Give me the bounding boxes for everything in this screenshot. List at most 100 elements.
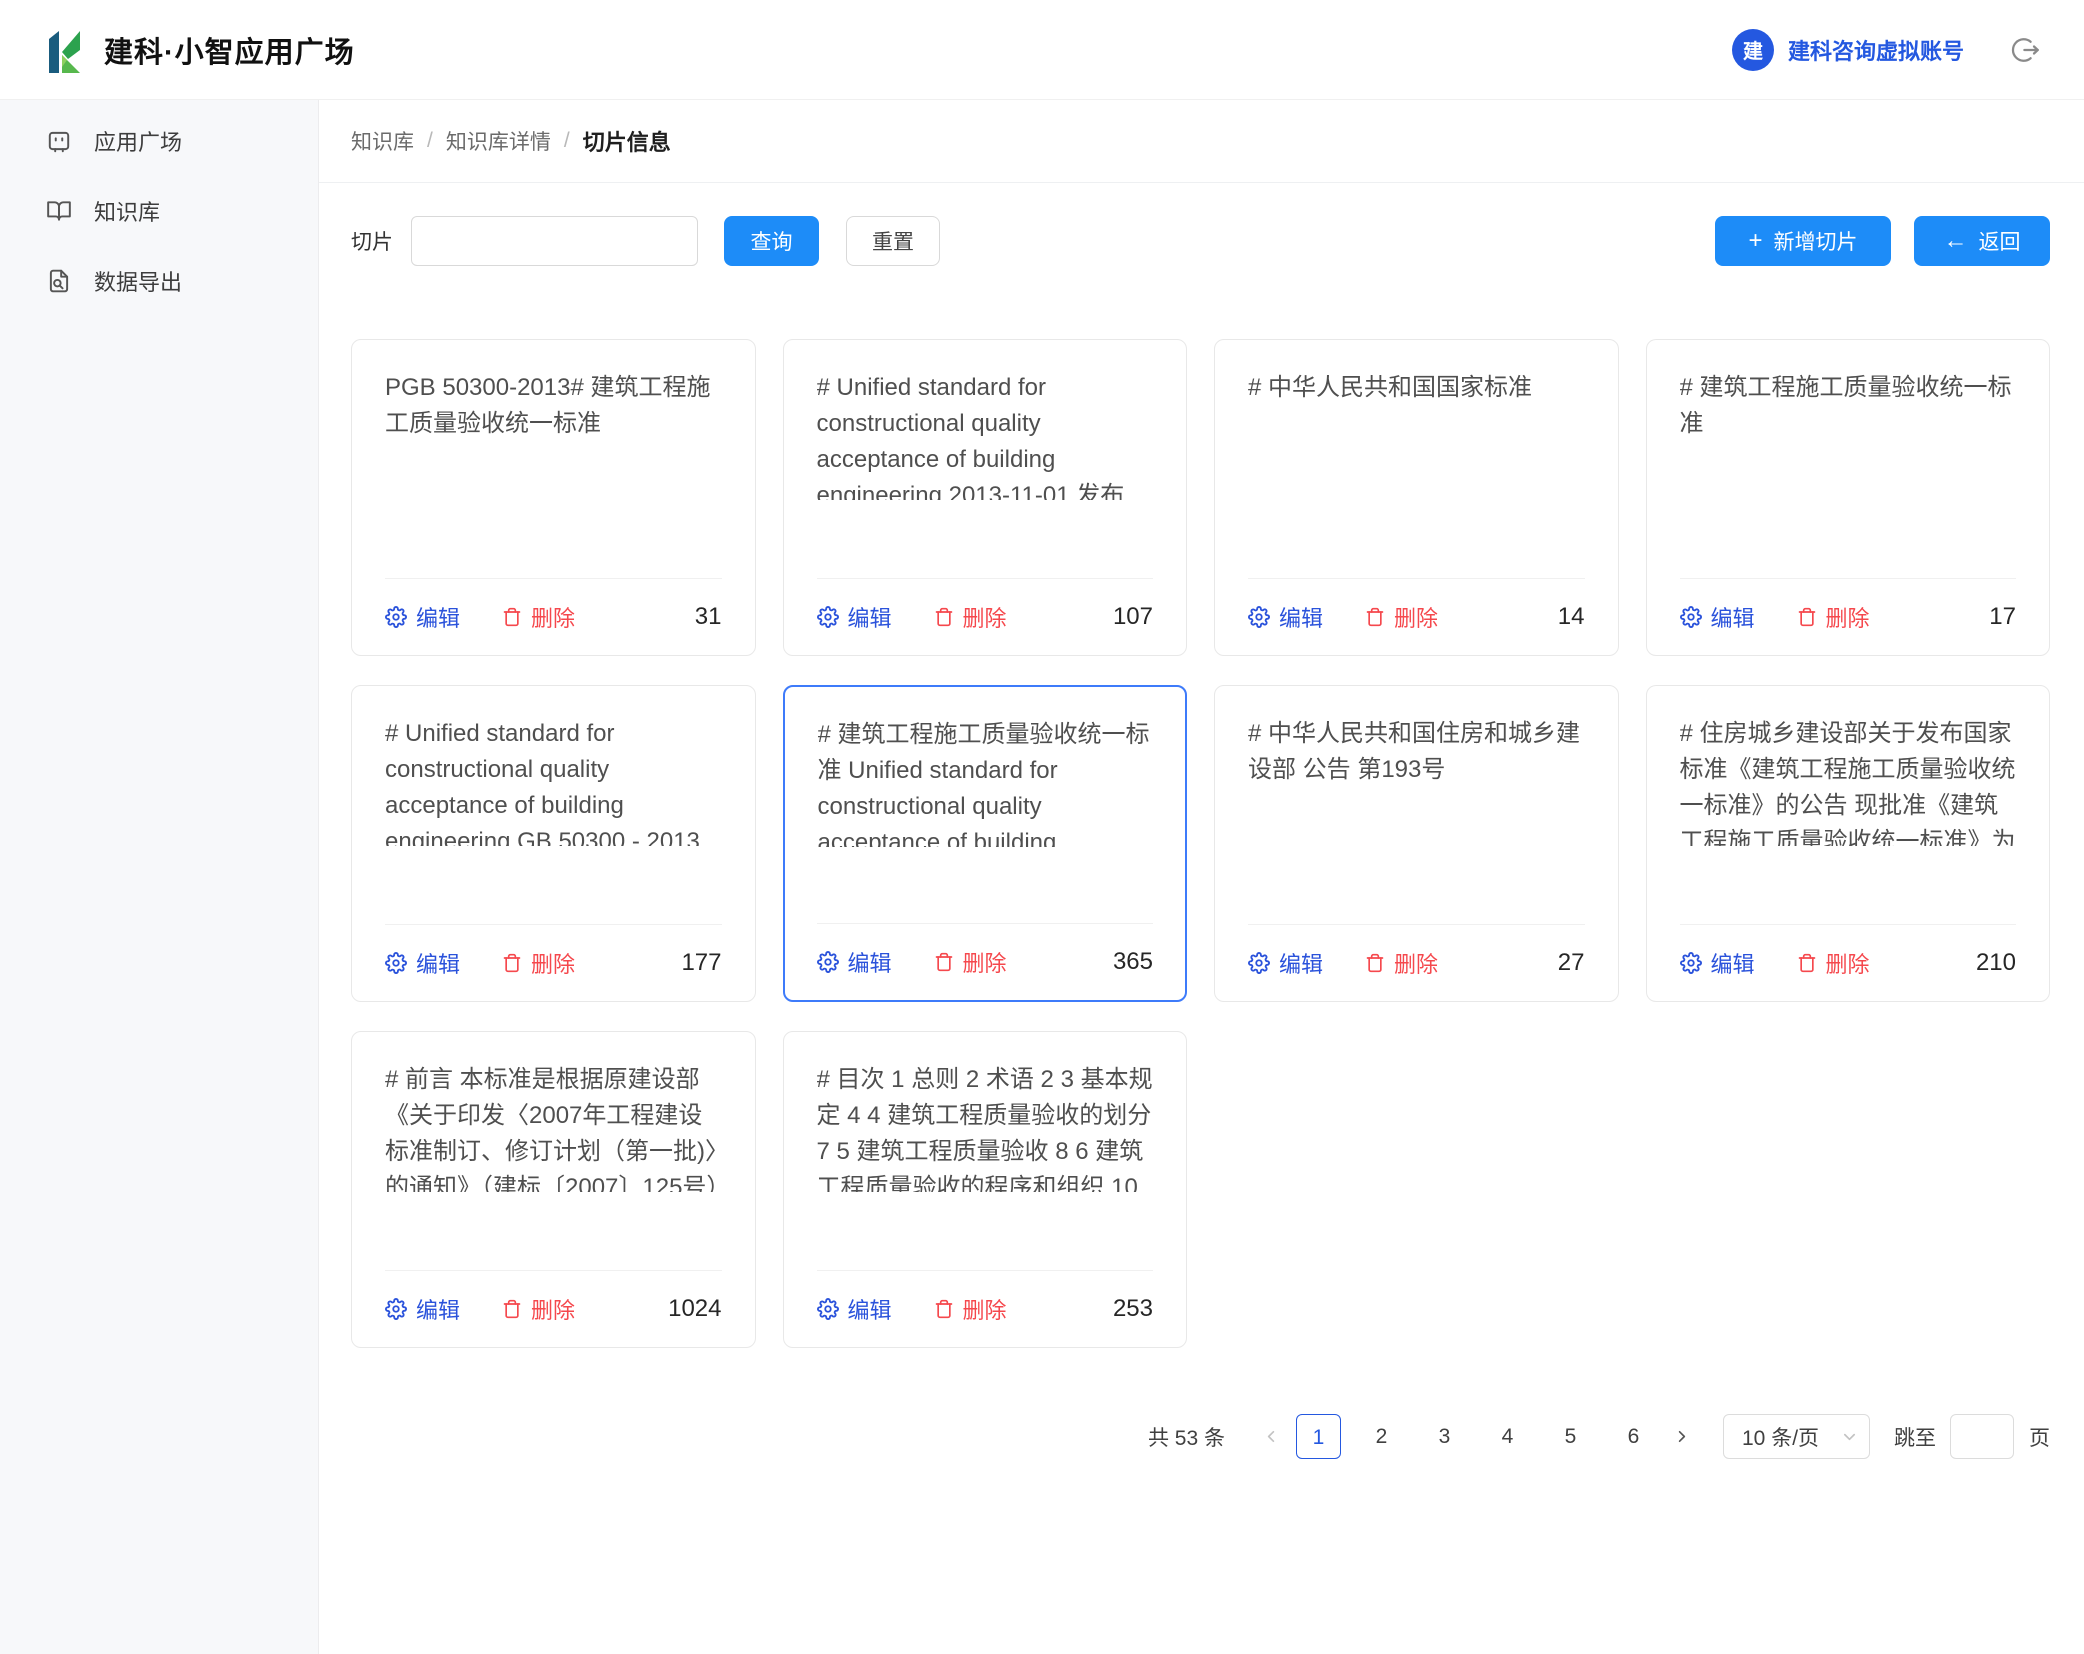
plus-icon: + [1748,229,1762,253]
breadcrumb-kb-detail[interactable]: 知识库详情 [446,126,551,156]
trash-icon [934,952,954,972]
edit-button[interactable]: 编辑 [385,1293,460,1325]
slice-card[interactable]: # 目次 1 总则 2 术语 2 3 基本规定 4 4 建筑工程质量验收的划分 … [783,1031,1188,1348]
slice-count: 365 [1113,948,1153,976]
page-button-1[interactable]: 1 [1296,1414,1341,1459]
pagination-total: 共 53 条 [1148,1422,1225,1452]
breadcrumb-separator: / [564,129,570,153]
slice-card[interactable]: # 中华人民共和国住房和城乡建设部 公告 第193号 编辑 删除 27 [1214,685,1619,1002]
slice-card[interactable]: # 前言 本标准是根据原建设部《关于印发〈2007年工程建设标准制订、修订计划（… [351,1031,756,1348]
card-footer: 编辑 删除 17 [1680,578,2017,655]
slice-count: 27 [1558,949,1585,977]
slice-filter-label: 切片 [351,226,393,256]
card-footer: 编辑 删除 14 [1248,578,1585,655]
delete-button[interactable]: 删除 [1365,601,1438,633]
edit-button[interactable]: 编辑 [1248,947,1323,979]
slice-card-selected[interactable]: # 建筑工程施工质量验收统一标准 Unified standard for co… [783,685,1188,1002]
slice-text: # 建筑工程施工质量验收统一标准 Unified standard for co… [818,717,1153,847]
trash-icon [1797,953,1817,973]
add-slice-button[interactable]: + 新增切片 [1715,216,1891,266]
page-button-6[interactable]: 6 [1611,1414,1656,1459]
sidebar-item-label: 应用广场 [94,125,182,157]
edit-button[interactable]: 编辑 [817,601,892,633]
account-area: 建 建科咨询虚拟账号 [1732,29,2040,71]
slice-text: PGB 50300-2013# 建筑工程施工质量验收统一标准 [385,370,722,500]
delete-button[interactable]: 删除 [1365,947,1438,979]
slice-card[interactable]: # 中华人民共和国国家标准 编辑 删除 14 [1214,339,1619,656]
header: 建科·小智应用广场 建 建科咨询虚拟账号 [0,0,2084,100]
edit-button[interactable]: 编辑 [1680,947,1755,979]
sidebar-item-app-plaza[interactable]: 应用广场 [0,106,318,176]
app-plaza-icon [46,128,72,154]
logout-icon[interactable] [2010,35,2040,65]
edit-button[interactable]: 编辑 [385,601,460,633]
edit-button[interactable]: 编辑 [1248,601,1323,633]
slice-text: # Unified standard for constructional qu… [817,370,1154,500]
delete-button[interactable]: 删除 [1797,601,1870,633]
sidebar: 应用广场 知识库 数据导出 [0,100,319,1654]
card-footer: 编辑 删除 365 [817,923,1154,1000]
edit-button[interactable]: 编辑 [817,1293,892,1325]
card-footer: 编辑 删除 210 [1680,924,2017,1001]
edit-button[interactable]: 编辑 [385,947,460,979]
slice-card[interactable]: # Unified standard for constructional qu… [351,685,756,1002]
card-footer: 编辑 删除 177 [385,924,722,1001]
slice-count: 253 [1113,1295,1153,1323]
slice-card[interactable]: # 建筑工程施工质量验收统一标准 编辑 删除 17 [1646,339,2051,656]
reset-button[interactable]: 重置 [846,216,940,266]
breadcrumb: 知识库 / 知识库详情 / 切片信息 [319,100,2084,183]
delete-button[interactable]: 删除 [934,601,1007,633]
slice-card[interactable]: # Unified standard for constructional qu… [783,339,1188,656]
sidebar-item-data-export[interactable]: 数据导出 [0,246,318,316]
slice-text: # 建筑工程施工质量验收统一标准 [1680,370,2017,500]
page-button-2[interactable]: 2 [1359,1414,1404,1459]
query-button[interactable]: 查询 [724,216,819,266]
page-button-5[interactable]: 5 [1548,1414,1593,1459]
next-page-button[interactable] [1665,1414,1697,1459]
gear-icon [385,606,407,628]
trash-icon [934,1299,954,1319]
edit-button[interactable]: 编辑 [1680,601,1755,633]
delete-button[interactable]: 删除 [934,946,1007,978]
slice-text: # 前言 本标准是根据原建设部《关于印发〈2007年工程建设标准制订、修订计划（… [385,1062,722,1192]
slice-count: 17 [1989,603,2016,631]
slice-filter-input[interactable] [411,216,698,266]
card-footer: 编辑 删除 31 [385,578,722,655]
gear-icon [1248,606,1270,628]
delete-button[interactable]: 删除 [502,1293,575,1325]
slice-count: 107 [1113,603,1153,631]
slice-count: 210 [1976,949,2016,977]
page-button-3[interactable]: 3 [1422,1414,1467,1459]
slice-text: # Unified standard for constructional qu… [385,716,722,846]
card-footer: 编辑 删除 1024 [385,1270,722,1347]
jump-to-input[interactable] [1950,1414,2014,1459]
avatar[interactable]: 建 [1732,29,1774,71]
breadcrumb-knowledge-base[interactable]: 知识库 [351,126,414,156]
chevron-down-icon [1842,1429,1857,1444]
gear-icon [385,952,407,974]
sidebar-item-knowledge-base[interactable]: 知识库 [0,176,318,246]
slice-text: # 住房城乡建设部关于发布国家标准《建筑工程施工质量验收统一标准》的公告 现批准… [1680,716,2017,846]
page-size-select[interactable]: 10 条/页 [1723,1414,1870,1459]
delete-button[interactable]: 删除 [502,947,575,979]
filter-bar: 切片 查询 重置 + 新增切片 ← 返回 [351,216,2050,266]
trash-icon [1365,953,1385,973]
slice-count: 14 [1558,603,1585,631]
gear-icon [817,1298,839,1320]
slice-count: 31 [695,603,722,631]
slice-card[interactable]: PGB 50300-2013# 建筑工程施工质量验收统一标准 编辑 删除 31 [351,339,756,656]
data-export-icon [46,268,72,294]
account-name[interactable]: 建科咨询虚拟账号 [1788,34,1964,66]
slice-card[interactable]: # 住房城乡建设部关于发布国家标准《建筑工程施工质量验收统一标准》的公告 现批准… [1646,685,2051,1002]
slice-count: 1024 [668,1295,721,1323]
back-button[interactable]: ← 返回 [1914,216,2050,266]
delete-button[interactable]: 删除 [1797,947,1870,979]
slice-text: # 中华人民共和国住房和城乡建设部 公告 第193号 [1248,716,1585,846]
page-button-4[interactable]: 4 [1485,1414,1530,1459]
breadcrumb-separator: / [427,129,433,153]
delete-button[interactable]: 删除 [934,1293,1007,1325]
delete-button[interactable]: 删除 [502,601,575,633]
prev-page-button[interactable] [1255,1414,1287,1459]
edit-button[interactable]: 编辑 [817,946,892,978]
arrow-left-icon: ← [1944,229,1968,253]
